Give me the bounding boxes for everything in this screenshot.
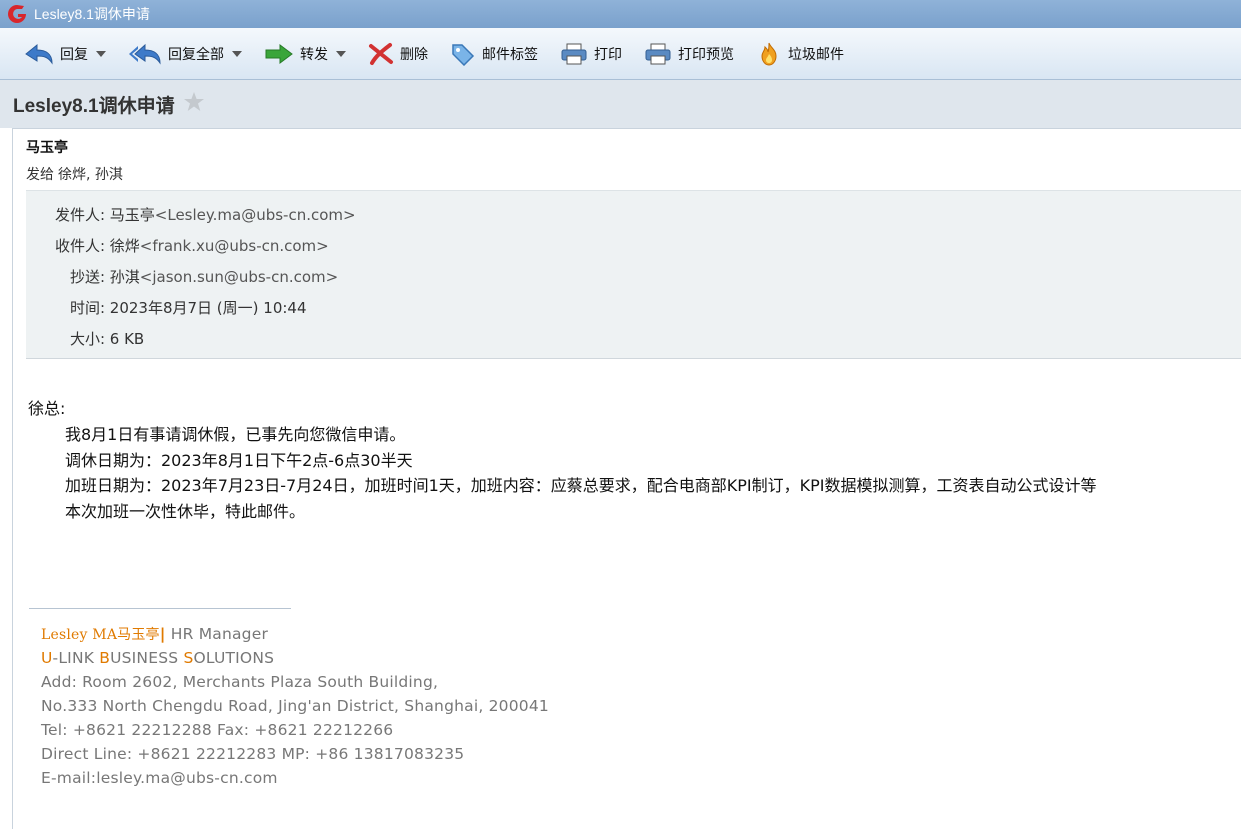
signature-name: Lesley MA马玉亭 xyxy=(41,627,160,643)
meta-from-name[interactable]: 马玉亭 xyxy=(110,206,155,224)
meta-to-label: 收件人: xyxy=(54,237,105,255)
tag-icon xyxy=(452,43,475,66)
company-part: USINESS xyxy=(110,649,184,667)
print-label: 打印 xyxy=(594,45,622,62)
signature-address-2: No.333 North Chengdu Road, Jing'an Distr… xyxy=(41,697,549,715)
printer-icon xyxy=(561,43,587,64)
window-title: Lesley8.1调休申请 xyxy=(34,6,150,22)
chevron-down-icon[interactable] xyxy=(96,50,106,57)
reply-label: 回复 xyxy=(60,45,88,62)
meta-to: 收件人: 徐烨<frank.xu@ubs-cn.com> xyxy=(26,235,329,256)
meta-cc: 抄送: 孙淇<jason.sun@ubs-cn.com> xyxy=(26,266,338,287)
body-line: 加班日期为：2023年7月23日-7月24日，加班时间1天，加班内容：应蔡总要求… xyxy=(65,476,1097,495)
forward-label: 转发 xyxy=(300,45,328,62)
title-bar: Lesley8.1调休申请 xyxy=(0,0,1241,28)
meta-cc-email[interactable]: <jason.sun@ubs-cn.com> xyxy=(140,268,338,286)
reply-button[interactable]: 回复 xyxy=(16,36,114,72)
body-line: 本次加班一次性休毕，特此邮件。 xyxy=(65,502,306,521)
sent-to-recipients: 徐烨, 孙淇 xyxy=(58,167,123,183)
signature-email[interactable]: E-mail:lesley.ma@ubs-cn.com xyxy=(41,769,278,787)
reply-icon xyxy=(25,43,53,65)
signature-address-1: Add: Room 2602, Merchants Plaza South Bu… xyxy=(41,673,439,691)
app-logo-icon xyxy=(6,3,28,25)
print-preview-label: 打印预览 xyxy=(678,45,734,62)
company-part: OLUTIONS xyxy=(193,649,275,667)
junk-mail-button[interactable]: 垃圾邮件 xyxy=(748,36,852,72)
body-greeting: 徐总: xyxy=(28,399,66,418)
mail-subject: Lesley8.1调休申请 xyxy=(13,95,175,117)
company-part: -LINK xyxy=(52,649,100,667)
sender-name: 马玉亭 xyxy=(26,140,68,156)
meta-from-email[interactable]: <Lesley.ma@ubs-cn.com> xyxy=(155,206,356,224)
meta-from-label: 发件人: xyxy=(54,206,105,224)
body-line: 调休日期为：2023年8月1日下午2点-6点30半天 xyxy=(65,451,413,470)
delete-label: 删除 xyxy=(400,45,428,62)
meta-size-value: 6 KB xyxy=(109,330,145,348)
meta-cc-name[interactable]: 孙淇 xyxy=(110,268,140,286)
sent-to-line: 发给 徐烨, 孙淇 xyxy=(26,164,123,184)
meta-time-value: 2023年8月7日 (周一) 10:44 xyxy=(109,299,307,317)
meta-time: 时间: 2023年8月7日 (周一) 10:44 xyxy=(26,297,307,318)
body-line: 我8月1日有事请调休假，已事先向您微信申请。 xyxy=(65,425,406,444)
meta-cc-label: 抄送: xyxy=(69,268,105,286)
meta-to-email[interactable]: <frank.xu@ubs-cn.com> xyxy=(140,237,329,255)
printer-icon xyxy=(645,43,671,64)
junk-mail-label: 垃圾邮件 xyxy=(788,45,844,62)
meta-size-label: 大小: xyxy=(69,330,105,348)
meta-from: 发件人: 马玉亭<Lesley.ma@ubs-cn.com> xyxy=(26,204,356,225)
signature-direct-line: Direct Line: +8621 22212283 MP: +86 1381… xyxy=(41,745,465,763)
forward-arrow-icon xyxy=(265,43,293,64)
fire-icon xyxy=(761,42,777,66)
meta-time-label: 时间: xyxy=(69,299,105,317)
meta-to-name[interactable]: 徐烨 xyxy=(110,237,140,255)
signature-divider xyxy=(29,608,291,609)
delete-x-icon xyxy=(369,42,393,65)
subject-bar: Lesley8.1调休申请 xyxy=(0,80,1241,128)
star-icon[interactable] xyxy=(183,91,205,117)
print-button[interactable]: 打印 xyxy=(552,36,630,72)
signature-name-line: Lesley MA马玉亭| HR Manager xyxy=(41,624,268,644)
company-letter-u: U xyxy=(41,649,53,667)
toolbar: 回复 回复全部 转发 删除 邮件标签 打印 打印预览 垃圾邮件 xyxy=(0,28,1241,80)
chevron-down-icon[interactable] xyxy=(232,50,242,57)
signature-tel: Tel: +8621 22212288 Fax: +8621 22212266 xyxy=(41,721,394,739)
chevron-down-icon[interactable] xyxy=(336,50,346,57)
mail-meta-box: 发件人: 马玉亭<Lesley.ma@ubs-cn.com> 收件人: 徐烨<f… xyxy=(26,190,1241,359)
print-preview-button[interactable]: 打印预览 xyxy=(636,36,742,72)
delete-button[interactable]: 删除 xyxy=(360,36,436,72)
mail-panel: 马玉亭 发给 徐烨, 孙淇 发件人: 马玉亭<Lesley.ma@ubs-cn.c… xyxy=(12,128,1241,829)
sent-to-label: 发给 xyxy=(26,167,54,183)
company-letter-s: S xyxy=(183,649,194,667)
meta-size: 大小: 6 KB xyxy=(26,328,144,349)
mail-tag-button[interactable]: 邮件标签 xyxy=(442,36,546,72)
reply-all-button[interactable]: 回复全部 xyxy=(120,36,250,72)
reply-all-icon xyxy=(129,43,161,65)
reply-all-label: 回复全部 xyxy=(168,45,224,62)
forward-button[interactable]: 转发 xyxy=(256,36,354,72)
signature-title: HR Manager xyxy=(165,625,269,643)
mail-tag-label: 邮件标签 xyxy=(482,45,538,62)
company-letter-b: B xyxy=(99,649,111,667)
signature-company: U-LINK BUSINESS SOLUTIONS xyxy=(41,649,274,667)
